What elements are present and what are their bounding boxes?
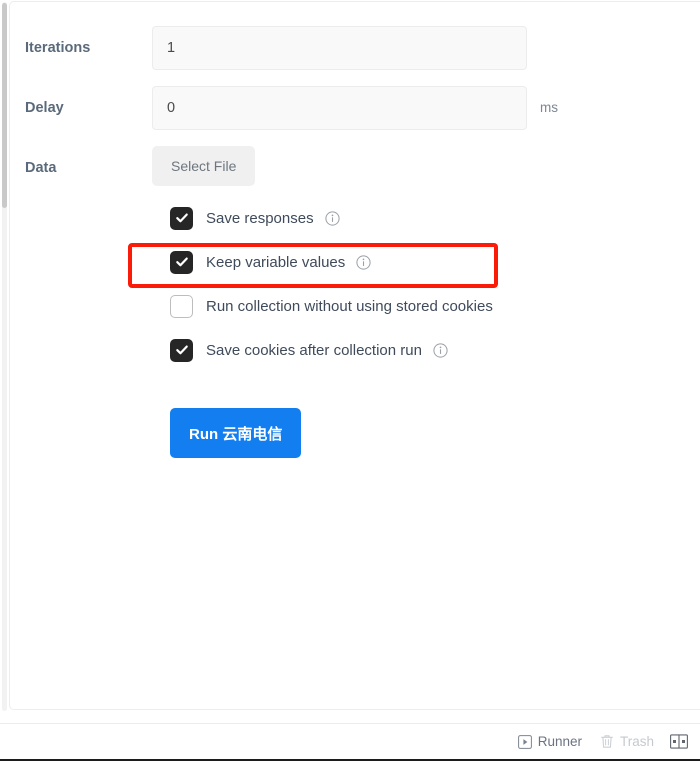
iterations-label: Iterations xyxy=(25,40,91,56)
option-label-run-without-cookies: Run collection without using stored cook… xyxy=(206,297,493,315)
delay-unit-label: ms xyxy=(540,100,558,115)
option-row-save-cookies[interactable]: Save cookies after collection run xyxy=(161,337,621,363)
info-circle-icon[interactable] xyxy=(356,254,371,270)
info-circle-icon[interactable] xyxy=(433,342,448,358)
option-row-save-responses[interactable]: Save responses xyxy=(161,205,621,231)
scrollbar-thumb[interactable] xyxy=(2,3,7,208)
delay-input[interactable] xyxy=(152,86,527,130)
two-pane-layout-icon xyxy=(670,734,688,749)
run-options-list: Save responses Keep variable values Run … xyxy=(161,205,621,363)
option-label-keep-variable-values: Keep variable values xyxy=(206,253,346,271)
select-file-button[interactable]: Select File xyxy=(152,146,256,186)
run-collection-button[interactable]: Run 云南电信 xyxy=(170,408,302,458)
checkbox-run-without-cookies[interactable] xyxy=(170,294,193,318)
iterations-input[interactable] xyxy=(152,26,527,70)
option-label-save-cookies: Save cookies after collection run xyxy=(206,341,422,359)
data-row: Data Select File xyxy=(10,146,256,190)
status-layout-toggle-button[interactable] xyxy=(663,730,695,753)
delay-label: Delay xyxy=(25,100,64,116)
trash-icon xyxy=(600,734,614,749)
play-square-icon xyxy=(517,734,532,749)
delay-row: Delay ms xyxy=(10,86,558,130)
option-label-save-responses: Save responses xyxy=(206,209,314,227)
vertical-scrollbar[interactable] xyxy=(0,0,9,711)
info-circle-icon[interactable] xyxy=(324,210,340,226)
runner-config-panel: Iterations Delay ms Data Select File Sav… xyxy=(9,1,700,710)
checkbox-save-responses[interactable] xyxy=(170,206,193,230)
checkbox-keep-variable-values[interactable] xyxy=(170,250,193,274)
option-row-run-without-cookies[interactable]: Run collection without using stored cook… xyxy=(161,293,621,319)
status-bar: Runner Trash xyxy=(0,723,700,759)
status-runner-button[interactable]: Runner xyxy=(509,730,591,753)
option-row-keep-variable-values[interactable]: Keep variable values xyxy=(161,249,621,275)
checkbox-save-cookies[interactable] xyxy=(170,338,193,362)
iterations-row: Iterations xyxy=(10,26,527,70)
status-trash-button[interactable]: Trash xyxy=(591,730,663,753)
status-runner-label: Runner xyxy=(537,734,582,749)
collection-runner-panel: Iterations Delay ms Data Select File Sav… xyxy=(0,0,700,761)
status-trash-label: Trash xyxy=(619,734,654,749)
data-label: Data xyxy=(25,160,57,176)
